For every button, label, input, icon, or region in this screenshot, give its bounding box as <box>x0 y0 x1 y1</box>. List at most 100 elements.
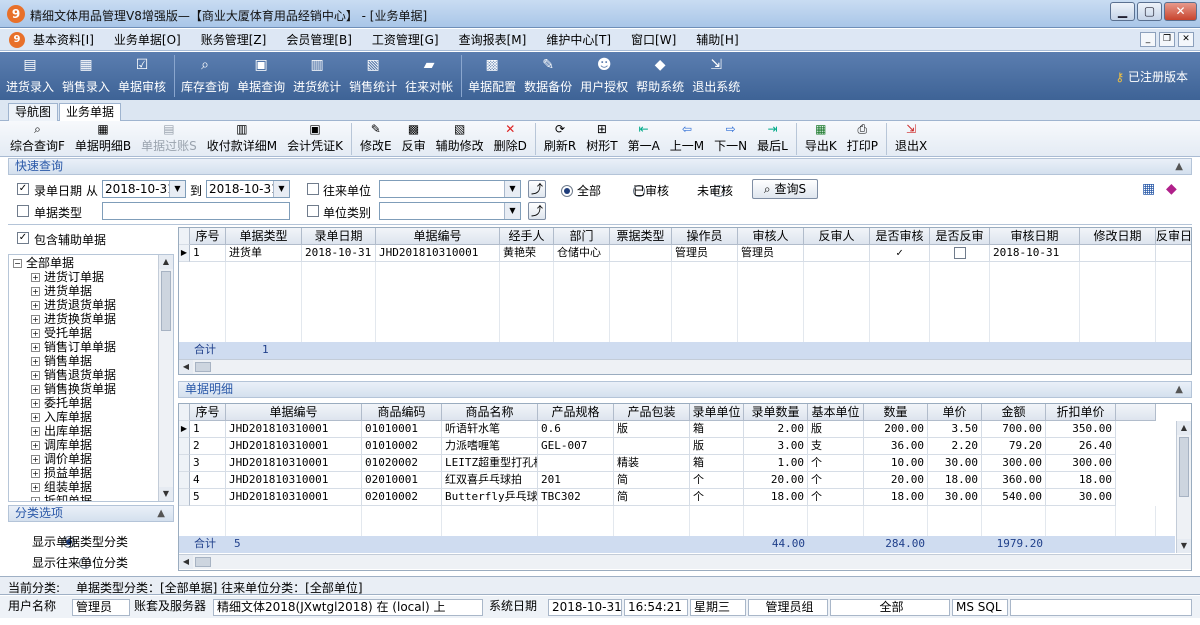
table-cell[interactable]: LEITZ超重型打孔机 <box>442 455 538 472</box>
table-cell[interactable]: 18.00 <box>1046 472 1116 489</box>
expand-icon[interactable]: + <box>31 371 40 380</box>
partner-picker-button[interactable]: ⤴ <box>528 180 546 198</box>
expand-icon[interactable]: + <box>31 357 40 366</box>
column-header[interactable]: 基本单位 <box>808 404 864 421</box>
scroll-thumb[interactable] <box>161 271 171 331</box>
column-header[interactable]: 录单日期 <box>302 228 376 245</box>
table-cell[interactable]: 进货单 <box>226 245 302 262</box>
table-cell[interactable]: 540.00 <box>982 489 1046 506</box>
partner-filter-checkbox[interactable] <box>307 183 319 195</box>
expand-icon[interactable]: + <box>31 497 40 501</box>
menu-window[interactable]: 窗口[W] <box>631 31 676 48</box>
tree-item[interactable]: + 损益单据 <box>31 466 92 480</box>
v-scrollbar[interactable]: ▲ ▼ <box>1176 421 1191 553</box>
table-cell[interactable]: 2 <box>190 438 226 455</box>
column-header[interactable]: 产品规格 <box>538 404 614 421</box>
table-cell[interactable]: 18.00 <box>928 472 982 489</box>
unit-cat-select[interactable]: ▼ <box>379 202 521 220</box>
book-icon[interactable]: ◆ <box>1166 181 1177 197</box>
table-cell[interactable]: ✓ <box>870 245 930 262</box>
tree-item[interactable]: + 调库单据 <box>31 438 92 452</box>
table-cell[interactable]: 3 <box>190 455 226 472</box>
scroll-thumb[interactable] <box>1179 437 1189 497</box>
column-header[interactable]: 修改日期 <box>1080 228 1156 245</box>
tree-item[interactable]: + 销售单据 <box>31 354 92 368</box>
table-cell[interactable]: 仓储中心 <box>554 245 610 262</box>
expand-icon[interactable]: + <box>31 287 40 296</box>
tree-item[interactable]: + 进货退货单据 <box>31 298 116 312</box>
tree-item[interactable]: + 销售退货单据 <box>31 368 116 382</box>
tree-item[interactable]: + 销售换货单据 <box>31 382 116 396</box>
table-cell[interactable]: 简 <box>614 472 690 489</box>
dropdown-arrow-icon[interactable]: ▼ <box>504 181 520 197</box>
dropdown-arrow-icon[interactable]: ▼ <box>169 181 185 197</box>
tree-root[interactable]: − 全部单据 <box>13 256 74 270</box>
table-cell[interactable]: 版 <box>614 421 690 438</box>
table-cell[interactable] <box>1156 245 1191 262</box>
user-auth-button[interactable]: ☻ 用户授权 <box>580 52 628 95</box>
expand-icon[interactable]: + <box>31 343 40 352</box>
table-cell[interactable]: 36.00 <box>864 438 928 455</box>
column-header[interactable]: 折扣单价 <box>1046 404 1116 421</box>
table-cell[interactable]: 350.00 <box>1046 421 1116 438</box>
table-cell[interactable] <box>614 438 690 455</box>
menu-reports[interactable]: 查询报表[M] <box>459 31 527 48</box>
column-header[interactable]: 商品编码 <box>362 404 442 421</box>
expand-icon[interactable]: + <box>31 427 40 436</box>
table-cell[interactable]: JHD201810310001 <box>376 245 500 262</box>
table-cell[interactable] <box>804 245 870 262</box>
column-header[interactable]: 反审人 <box>804 228 870 245</box>
table-cell[interactable]: 201 <box>538 472 614 489</box>
table-cell[interactable]: GEL-007 <box>538 438 614 455</box>
expand-icon[interactable]: + <box>31 385 40 394</box>
table-cell[interactable]: 1 <box>190 421 226 438</box>
table-cell[interactable]: 2.20 <box>928 438 982 455</box>
partner-select[interactable]: ▼ <box>379 180 521 198</box>
table-cell[interactable]: 1.00 <box>744 455 808 472</box>
scroll-down-icon[interactable]: ▼ <box>159 487 173 501</box>
export-button[interactable]: ▦ 导出K <box>805 121 837 154</box>
table-cell[interactable]: 黄艳荣 <box>500 245 554 262</box>
refresh-button[interactable]: ⟳ 刷新R <box>544 121 576 154</box>
table-cell[interactable]: 01020002 <box>362 455 442 472</box>
column-header[interactable]: 录单数量 <box>744 404 808 421</box>
menu-basic-data[interactable]: 基本资料[I] <box>33 31 94 48</box>
table-cell[interactable]: 0.6 <box>538 421 614 438</box>
table-cell[interactable]: 2.00 <box>744 421 808 438</box>
tree-item[interactable]: + 组装单据 <box>31 480 92 494</box>
tree-item[interactable]: + 委托单据 <box>31 396 92 410</box>
doc-audit-button[interactable]: ☑ 单据审核 <box>118 52 166 95</box>
table-cell[interactable]: 管理员 <box>672 245 738 262</box>
column-header[interactable]: 录单单位 <box>690 404 744 421</box>
mdi-close-button[interactable]: ✕ <box>1178 32 1194 47</box>
table-cell[interactable]: 360.00 <box>982 472 1046 489</box>
sales-stats-button[interactable]: ▧ 销售统计 <box>349 52 397 95</box>
table-cell[interactable]: 个 <box>808 472 864 489</box>
table-cell[interactable]: 2018-10-31 <box>302 245 376 262</box>
table-cell[interactable]: 个 <box>808 455 864 472</box>
help-system-button[interactable]: ◆ 帮助系统 <box>636 52 684 95</box>
expand-icon[interactable]: + <box>31 329 40 338</box>
table-cell[interactable]: 79.20 <box>982 438 1046 455</box>
table-cell[interactable]: TBC302 <box>538 489 614 506</box>
quick-query-header[interactable]: 快速查询 ▲ <box>8 158 1192 175</box>
table-cell[interactable]: 20.00 <box>744 472 808 489</box>
table-cell[interactable]: 4 <box>190 472 226 489</box>
table-cell[interactable]: JHD201810310001 <box>226 472 362 489</box>
tree-item[interactable]: + 拆卸单据 <box>31 494 92 501</box>
tree-scrollbar[interactable]: ▲ ▼ <box>158 255 173 501</box>
table-settings-icon[interactable]: ▦ <box>1142 181 1155 197</box>
menu-logo-icon[interactable]: 9 <box>9 31 25 48</box>
table-cell[interactable]: 个 <box>690 472 744 489</box>
expand-icon[interactable]: + <box>31 413 40 422</box>
tree-item[interactable]: + 进货订单据 <box>31 270 104 284</box>
collapse-icon[interactable]: ▲ <box>1175 382 1183 397</box>
tree-item[interactable]: + 入库单据 <box>31 410 92 424</box>
audit-all-radio[interactable] <box>561 184 573 197</box>
tree-item[interactable]: + 受托单据 <box>31 326 92 340</box>
exit-button[interactable]: ⇲ 退出X <box>895 121 927 154</box>
table-cell[interactable]: 200.00 <box>864 421 928 438</box>
tab-navigation[interactable]: 导航图 <box>8 103 59 121</box>
checkbox-unchecked[interactable] <box>954 247 966 259</box>
scroll-down-icon[interactable]: ▼ <box>1177 539 1191 553</box>
